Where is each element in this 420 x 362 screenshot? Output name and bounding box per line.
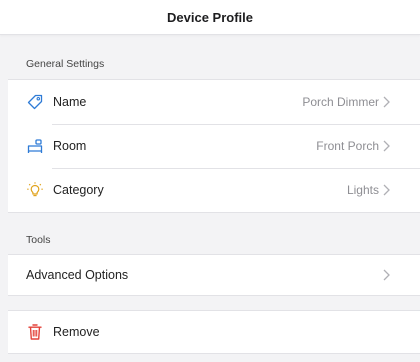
section-header-general-settings: General Settings <box>26 58 105 70</box>
trash-icon <box>25 322 45 342</box>
chevron-right-icon <box>381 183 391 197</box>
remove-label: Remove <box>53 325 100 339</box>
remove-group: Remove <box>8 310 420 354</box>
advanced-options-label: Advanced Options <box>26 268 129 282</box>
name-row[interactable]: Name Porch Dimmer <box>8 80 420 124</box>
category-label: Category <box>53 183 104 197</box>
category-value: Lights <box>346 183 379 197</box>
general-settings-group: Name Porch Dimmer Room Front Porch Categ… <box>8 79 420 213</box>
chevron-right-icon <box>381 268 391 282</box>
light-icon <box>25 180 45 200</box>
chevron-right-icon <box>381 139 391 153</box>
room-value: Front Porch <box>316 139 379 153</box>
chevron-right-icon <box>381 95 391 109</box>
section-header-tools: Tools <box>26 234 51 246</box>
name-label: Name <box>53 95 87 109</box>
category-row[interactable]: Category Lights <box>8 168 420 212</box>
bed-icon <box>25 136 45 156</box>
navigation-bar: Device Profile <box>0 0 420 35</box>
advanced-options-row[interactable]: Advanced Options <box>8 255 420 295</box>
room-row[interactable]: Room Front Porch <box>8 124 420 168</box>
tools-group: Advanced Options <box>8 254 420 296</box>
remove-row[interactable]: Remove <box>8 311 420 353</box>
page-title: Device Profile <box>167 9 253 25</box>
name-value: Porch Dimmer <box>302 95 379 109</box>
room-label: Room <box>53 139 87 153</box>
tag-icon <box>25 92 45 112</box>
